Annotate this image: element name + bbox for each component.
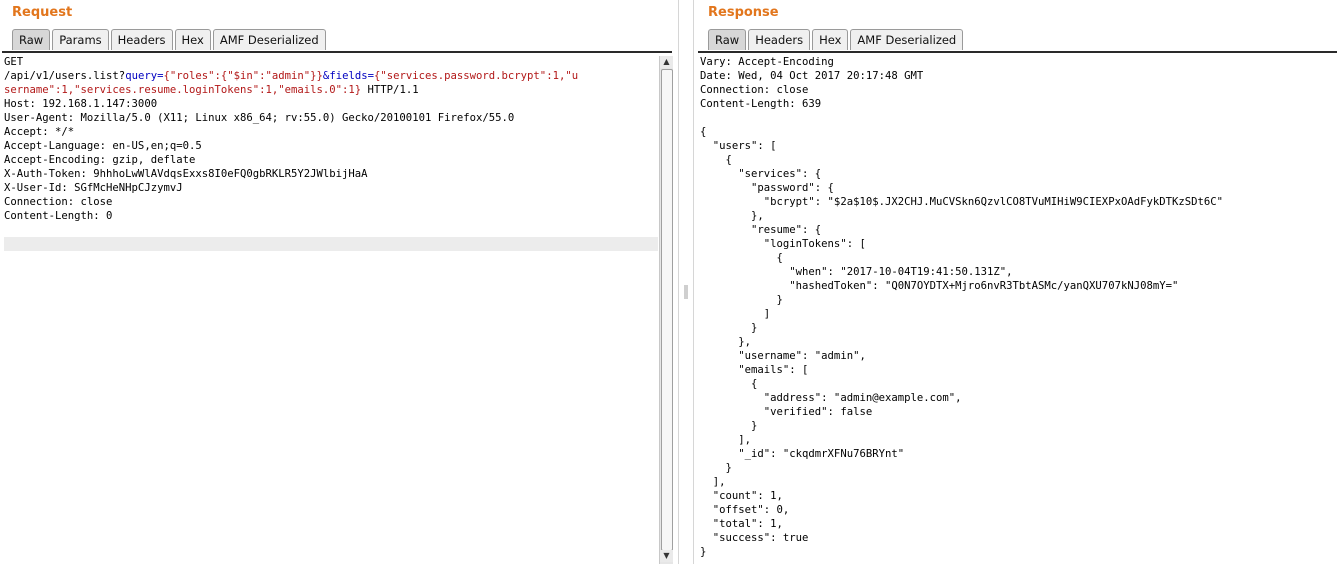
request-line-url-wrap: sername":1,"services.resume.loginTokens"… <box>4 83 658 97</box>
header-line: Accept-Language: en-US,en;q=0.5 <box>4 140 202 152</box>
tab-amf-deserialized[interactable]: AMF Deserialized <box>850 29 964 50</box>
tab-amf-deserialized[interactable]: AMF Deserialized <box>212 29 326 50</box>
header-line: Accept-Encoding: gzip, deflate <box>4 154 196 166</box>
request-editor[interactable]: GET /api/v1/users.list?query={"roles":{"… <box>4 55 658 564</box>
response-line: "_id": "ckqdmrXFNu76BRYnt" <box>700 448 905 460</box>
tab-headers[interactable]: Headers <box>110 29 173 50</box>
response-line: ], <box>700 476 726 488</box>
tab-underline <box>698 51 1337 53</box>
response-line: "address": "admin@example.com", <box>700 392 962 404</box>
header-line: X-User-Id: SGfMcHeNHpCJzymvJ <box>4 182 183 194</box>
current-line-highlight <box>4 237 658 251</box>
param-name-fields: fields <box>329 70 368 82</box>
response-line: "users": [ <box>700 140 777 152</box>
request-title: Request <box>12 5 73 20</box>
response-line: { <box>700 378 758 390</box>
response-line: } <box>700 322 758 334</box>
tab-raw[interactable]: Raw <box>12 29 51 50</box>
tab-headers[interactable]: Headers <box>748 29 811 50</box>
request-line-url: /api/v1/users.list?query={"roles":{"$in"… <box>4 69 658 83</box>
response-line: } <box>700 546 707 558</box>
response-line: "hashedToken": "Q0N7OYDTX+Mjro6nvR3TbtAS… <box>700 280 1179 292</box>
param-value-query: {"roles":{"$in":"admin"}} <box>163 70 323 82</box>
response-line: "bcrypt": "$2a$10$.JX2CHJ.MuCVSkn6QzvlCO… <box>700 196 1223 208</box>
response-line: Vary: Accept-Encoding <box>700 56 834 68</box>
response-line: "emails": [ <box>700 364 809 376</box>
response-line: Connection: close <box>700 84 809 96</box>
request-panel: Request Raw Params Headers Hex AMF Deser… <box>0 0 678 564</box>
response-tabs: Raw Headers Hex AMF Deserialized <box>708 29 965 51</box>
panel-splitter[interactable] <box>678 0 694 564</box>
request-tabs: Raw Params Headers Hex AMF Deserialized <box>12 29 328 51</box>
request-scrollbar[interactable]: ▲ ▼ <box>659 56 673 564</box>
response-title: Response <box>708 5 779 20</box>
scroll-up-icon[interactable]: ▲ <box>660 56 673 68</box>
response-line: Date: Wed, 04 Oct 2017 20:17:48 GMT <box>700 70 924 82</box>
response-line: "count": 1, <box>700 490 783 502</box>
header-line: Content-Length: 0 <box>4 210 113 222</box>
response-line: }, <box>700 336 752 348</box>
url-protocol: HTTP/1.1 <box>361 84 419 96</box>
param-value-fields-cont: sername":1,"services.resume.loginTokens"… <box>4 84 362 96</box>
splitter-grip-icon[interactable] <box>684 285 688 299</box>
tab-hex[interactable]: Hex <box>812 29 849 50</box>
scroll-down-icon[interactable]: ▼ <box>660 550 673 562</box>
header-line: X-Auth-Token: 9hhhoLwWlAVdqsExxs8I0eFQ0g… <box>4 168 368 180</box>
response-line: { <box>700 252 783 264</box>
response-line: } <box>700 462 732 474</box>
header-line: Host: 192.168.1.147:3000 <box>4 98 158 110</box>
response-line: "resume": { <box>700 224 822 236</box>
header-line: Connection: close <box>4 196 113 208</box>
url-path: /api/v1/users.list? <box>4 70 126 82</box>
header-line: Accept: */* <box>4 126 75 138</box>
response-line: "password": { <box>700 182 834 194</box>
param-value-fields: {"services.password.bcrypt":1,"u <box>373 70 579 82</box>
response-line: Content-Length: 639 <box>700 98 822 110</box>
response-line: "username": "admin", <box>700 350 866 362</box>
response-panel: Response Raw Headers Hex AMF Deserialize… <box>694 0 1337 564</box>
scroll-thumb[interactable] <box>661 69 673 551</box>
response-line: ] <box>700 308 771 320</box>
response-line: "offset": 0, <box>700 504 790 516</box>
response-line <box>700 111 1332 125</box>
tab-params[interactable]: Params <box>52 29 109 50</box>
tab-hex[interactable]: Hex <box>174 29 211 50</box>
param-name-query: query <box>125 70 158 82</box>
response-line: "verified": false <box>700 406 873 418</box>
response-line: "services": { <box>700 168 822 180</box>
response-line: ], <box>700 434 752 446</box>
response-line: }, <box>700 210 764 222</box>
response-line: } <box>700 420 758 432</box>
response-line: "success": true <box>700 532 809 544</box>
response-line: } <box>700 294 783 306</box>
tab-underline <box>2 51 672 53</box>
response-line: { <box>700 154 732 166</box>
request-line-method: GET <box>4 56 24 68</box>
header-line: User-Agent: Mozilla/5.0 (X11; Linux x86_… <box>4 112 515 124</box>
response-line: { <box>700 126 707 138</box>
response-line: "when": "2017-10-04T19:41:50.131Z", <box>700 266 1013 278</box>
response-line: "total": 1, <box>700 518 783 530</box>
tab-raw[interactable]: Raw <box>708 29 747 50</box>
response-editor[interactable]: Vary: Accept-Encoding Date: Wed, 04 Oct 2… <box>700 55 1332 564</box>
response-line: "loginTokens": [ <box>700 238 866 250</box>
